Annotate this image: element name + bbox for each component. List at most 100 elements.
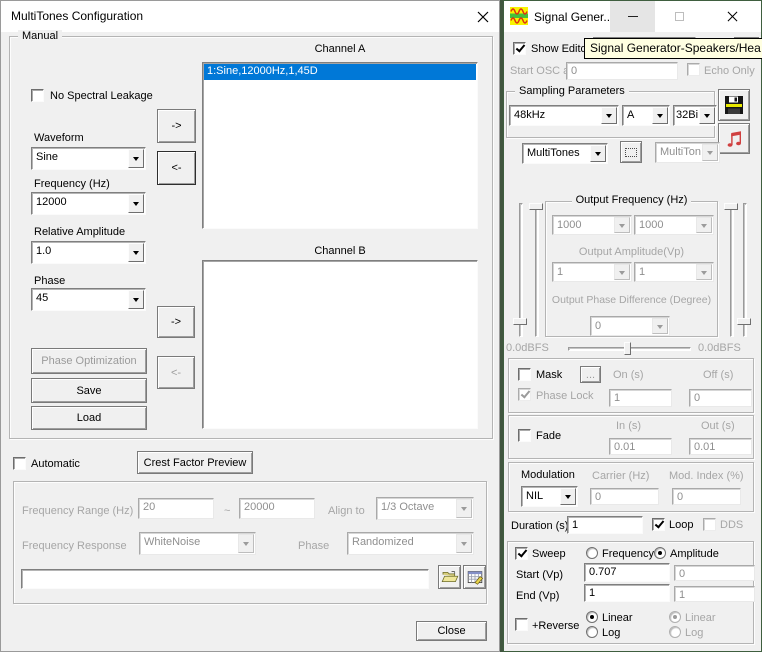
maximize-button[interactable] [655,1,703,32]
save-signal-button[interactable] [718,89,750,121]
auto-phase-combobox[interactable]: Randomized [347,532,474,555]
add-to-channel-a-button[interactable]: -> [157,109,196,143]
mod-index-field[interactable]: 0 [672,488,741,505]
multitones-configuration-window: MultiTones Configuration Manual Channel … [0,0,500,652]
phase-optimization-button[interactable]: Phase Optimization [31,348,147,374]
chevron-down-icon[interactable] [128,149,144,168]
balance-a-slider-thumb[interactable] [529,203,543,210]
channel-a-list[interactable]: 1:Sine,12000Hz,1,45D [202,62,478,229]
chevron-down-icon[interactable] [238,534,254,553]
frequency-range-from-field[interactable]: 20 [138,498,214,519]
left-close-button[interactable] [467,1,499,32]
bit-depth-combobox[interactable]: 32Bit [673,105,717,126]
chevron-down-icon[interactable] [696,217,712,233]
output-phase-combobox[interactable]: 0 [590,316,670,336]
sweep-start-a-field[interactable]: 0.707 [584,563,670,582]
chevron-down-icon[interactable] [699,107,715,124]
chevron-down-icon[interactable] [128,290,144,309]
echo-only-checkbox[interactable] [687,63,700,76]
output-frequency-a-combobox[interactable]: 1000 [552,215,632,235]
automatic-checkbox[interactable] [13,457,26,470]
chevron-down-icon[interactable] [696,264,712,280]
chevron-down-icon[interactable] [614,264,630,280]
dds-checkbox[interactable] [703,518,716,531]
chevron-down-icon[interactable] [128,243,144,262]
sweep-start-b-field[interactable]: 0 [674,565,755,581]
level-b-slider-thumb[interactable] [737,318,751,325]
no-spectral-leakage-checkbox[interactable] [31,89,44,102]
play-signal-button[interactable] [718,123,750,154]
file-path-field[interactable] [21,569,429,589]
mask-more-button[interactable]: ... [580,366,601,383]
waveform-combobox[interactable]: Sine [31,147,146,170]
chevron-down-icon[interactable] [590,145,606,162]
mask-on-field[interactable]: 1 [609,389,672,407]
chevron-down-icon[interactable] [601,107,617,124]
sweep-amplitude-radio[interactable] [654,547,666,559]
modulation-type-combobox[interactable]: NIL [521,486,578,507]
frequency-range-to-field[interactable]: 20000 [239,498,315,519]
balance-b-slider-thumb[interactable] [724,203,738,210]
fade-in-field[interactable]: 0.01 [609,438,672,455]
level-b-slider-track[interactable] [743,203,747,337]
waveform-a-combobox[interactable]: MultiTones [522,143,608,164]
chevron-down-icon[interactable] [456,534,472,553]
chevron-down-icon[interactable] [702,144,718,161]
start-osc-field[interactable]: 0 [566,62,678,80]
output-amplitude-b-combobox[interactable]: 1 [634,262,714,282]
duration-field[interactable]: 1 [567,516,643,534]
frequency-combobox[interactable]: 12000 [31,192,146,215]
balance-slider-thumb[interactable] [624,342,631,355]
phase-lock-checkbox[interactable] [518,388,531,401]
balance-a-slider-track[interactable] [535,203,539,337]
add-to-channel-b-button[interactable]: -> [157,306,195,338]
fade-checkbox[interactable] [518,429,531,442]
linear-a-radio[interactable] [586,611,598,623]
carrier-field[interactable]: 0 [590,488,659,505]
sweep-frequency-radio[interactable] [586,547,598,559]
sampling-rate-combobox[interactable]: 48kHz [509,105,619,126]
sampling-channel-combobox[interactable]: A [622,105,670,126]
waveform-more-button[interactable] [620,141,642,163]
save-button[interactable]: Save [31,378,147,403]
chevron-down-icon[interactable] [652,107,668,124]
show-editor-checkbox[interactable] [513,42,526,55]
level-a-slider-thumb[interactable] [513,318,527,325]
chevron-down-icon[interactable] [128,194,144,213]
linear-b-radio[interactable] [669,611,681,623]
edit-table-button[interactable] [463,565,486,589]
chevron-down-icon[interactable] [456,499,472,518]
mask-off-field[interactable]: 0 [689,389,752,407]
log-b-radio[interactable] [669,626,681,638]
align-to-combobox[interactable]: 1/3 Octave [376,497,474,520]
channel-a-item-selected[interactable]: 1:Sine,12000Hz,1,45D [204,64,476,80]
sweep-end-a-field[interactable]: 1 [584,584,670,602]
minimize-button[interactable] [610,1,655,32]
mask-checkbox[interactable] [518,368,531,381]
output-frequency-b-combobox[interactable]: 1000 [634,215,714,235]
balance-b-slider-track[interactable] [730,203,734,337]
output-amplitude-a-combobox[interactable]: 1 [552,262,632,282]
fade-out-field[interactable]: 0.01 [689,438,752,455]
load-button[interactable]: Load [31,406,147,430]
close-dialog-button[interactable]: Close [416,621,487,641]
sweep-checkbox[interactable] [515,547,528,560]
waveform-b-combobox[interactable]: MultiTones [655,142,720,163]
reverse-checkbox[interactable] [515,618,528,631]
relative-amplitude-combobox[interactable]: 1.0 [31,241,146,264]
right-close-button[interactable] [703,1,761,32]
browse-file-button[interactable] [438,565,461,589]
remove-from-channel-b-button[interactable]: <- [157,356,195,389]
sweep-end-b-field[interactable]: 1 [674,586,755,602]
level-a-slider-track[interactable] [519,203,523,337]
crest-factor-preview-button[interactable]: Crest Factor Preview [137,451,253,474]
channel-b-list[interactable] [202,260,478,429]
remove-from-channel-a-button[interactable]: <- [157,151,196,185]
log-a-radio[interactable] [586,626,598,638]
phase-combobox[interactable]: 45 [31,288,146,311]
frequency-response-combobox[interactable]: WhiteNoise [139,532,256,555]
chevron-down-icon[interactable] [560,488,576,505]
chevron-down-icon[interactable] [652,318,668,334]
chevron-down-icon[interactable] [614,217,630,233]
loop-checkbox[interactable] [652,518,665,531]
